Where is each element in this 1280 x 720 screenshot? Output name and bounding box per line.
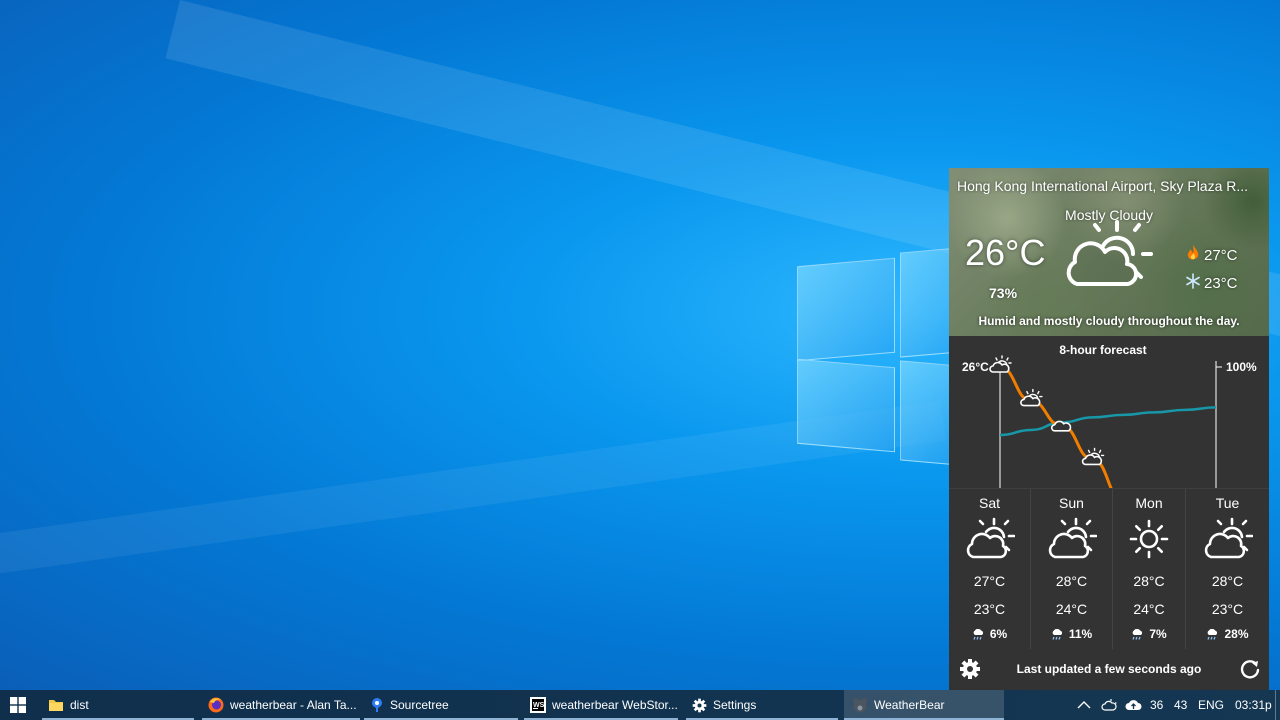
start-button[interactable] <box>0 690 36 720</box>
sourcetree-icon <box>372 698 382 712</box>
taskbar-item-firefox[interactable]: weatherbear - Alan Ta... <box>202 690 360 720</box>
gear-icon <box>692 698 707 712</box>
current-conditions: Hong Kong International Airport, Sky Pla… <box>949 168 1269 336</box>
rain-icon <box>1207 628 1218 640</box>
partly-cloudy-day-icon <box>1203 517 1253 566</box>
day-name: Sat <box>978 495 1000 511</box>
partly-cloudy-day-icon <box>1063 220 1155 295</box>
last-updated-text: Last updated a few seconds ago <box>1016 662 1202 676</box>
day-rain-chance: 7% <box>1113 627 1185 641</box>
day-rain-chance: 28% <box>1186 627 1269 641</box>
hourly-forecast: 8-hour forecast 26°C23°C100%50%0%3pm4pm5… <box>949 336 1269 488</box>
partly-cloudy-icon <box>1081 447 1105 466</box>
day-low-temperature: 23°C <box>973 601 1006 617</box>
tray-value-36[interactable]: 36 <box>1150 690 1163 720</box>
windows-logo-pane <box>797 257 895 362</box>
daily-forecast-mon: Mon 28°C 24°C 7% <box>1113 489 1186 649</box>
rain-icon <box>1052 628 1062 640</box>
partly-cloudy-day-icon <box>1047 517 1097 566</box>
day-low-temperature: 24°C <box>1055 601 1088 617</box>
y-right-tick-label: 100% <box>1226 360 1257 374</box>
partly-cloudy-icon <box>989 355 1012 373</box>
weather-tray-icon[interactable] <box>1101 690 1117 720</box>
hourly-chart: 26°C23°C100%50%0%3pm4pm5pm6pm7pm8pm9pm10… <box>962 355 1257 488</box>
temperature-line <box>999 365 1113 488</box>
current-temperature: 26°C <box>965 232 1046 273</box>
cloud-sun-icon <box>1101 699 1117 711</box>
weather-panel: Hong Kong International Airport, Sky Pla… <box>949 168 1269 690</box>
day-rain-chance: 6% <box>949 627 1030 641</box>
chart-axes <box>996 361 1222 488</box>
bear-icon <box>853 698 867 713</box>
daily-forecast-tue: Tue 28°C 23°C 28% <box>1186 489 1269 649</box>
chevron-up-icon <box>1077 701 1091 709</box>
refresh-icon <box>1240 660 1260 679</box>
daily-forecast-sat: Sat 27°C 23°C 6% <box>949 489 1031 649</box>
day-low-temperature: 23°C <box>1211 601 1244 617</box>
day-low-temperature: 24°C <box>1133 601 1165 617</box>
day-high-temperature: 27°C <box>973 573 1006 589</box>
refresh-button[interactable] <box>1239 658 1261 680</box>
language-indicator[interactable]: ENG <box>1198 690 1224 720</box>
partly-cloudy-day-icon <box>965 517 1015 566</box>
taskbar-item-sourcetree[interactable]: Sourcetree <box>364 690 518 720</box>
settings-button[interactable] <box>959 658 981 680</box>
daily-forecast-sun: Sun 28°C 24°C 11% <box>1031 489 1113 649</box>
day-name: Sun <box>1059 495 1084 511</box>
taskbar-item-settings[interactable]: Settings <box>686 690 838 720</box>
svg-text:WS: WS <box>533 702 545 709</box>
day-high-temperature: 28°C <box>1133 573 1165 589</box>
low-temperature: 23°C <box>1186 273 1238 293</box>
day-high-temperature: 28°C <box>1211 573 1244 589</box>
show-hidden-icons-button[interactable] <box>1077 690 1091 720</box>
taskbar-item-weatherbear[interactable]: WeatherBear <box>844 690 1004 720</box>
tray-value-43[interactable]: 43 <box>1174 690 1187 720</box>
y-left-max-label: 26°C <box>962 360 989 374</box>
taskbar-item-webstorm[interactable]: WS weatherbear WebStor... <box>524 690 678 720</box>
taskbar: dist weatherbear - Alan Ta... Sourcetree… <box>0 690 1280 720</box>
windows-start-icon <box>10 697 26 713</box>
humidity-line <box>999 406 1217 437</box>
gear-icon <box>960 659 980 679</box>
high-temperature: 27°C <box>1186 245 1238 265</box>
daily-forecast: Sat 27°C 23°C 6% Sun 28°C 24°C 11% Mon 28°C 24°C 7%… <box>949 488 1269 649</box>
current-humidity: 73% <box>989 285 1018 301</box>
flame-icon <box>1186 245 1200 265</box>
partly-cloudy-icon <box>1020 388 1043 407</box>
day-name: Tue <box>1215 495 1240 511</box>
folder-icon <box>49 700 63 711</box>
cloud-upload-icon <box>1125 700 1142 710</box>
windows-logo-pane <box>797 358 895 453</box>
webstorm-icon: WS <box>530 697 546 713</box>
sunny-icon <box>1124 517 1174 566</box>
snowflake-icon <box>1186 273 1200 293</box>
day-rain-chance: 11% <box>1031 627 1112 641</box>
onedrive-tray-icon[interactable] <box>1125 690 1142 720</box>
daily-summary: Humid and mostly cloudy throughout the d… <box>978 314 1240 328</box>
clock[interactable]: 03:31p <box>1235 690 1272 720</box>
day-name: Mon <box>1135 495 1163 511</box>
location-name: Hong Kong International Airport, Sky Pla… <box>957 178 1249 194</box>
rain-icon <box>1132 628 1143 640</box>
taskbar-item-dist[interactable]: dist <box>42 690 194 720</box>
rain-icon <box>973 628 983 640</box>
show-desktop-button[interactable] <box>1275 690 1280 720</box>
panel-footer: Last updated a few seconds ago <box>949 648 1269 690</box>
day-high-temperature: 28°C <box>1055 573 1088 589</box>
firefox-icon <box>208 697 224 713</box>
